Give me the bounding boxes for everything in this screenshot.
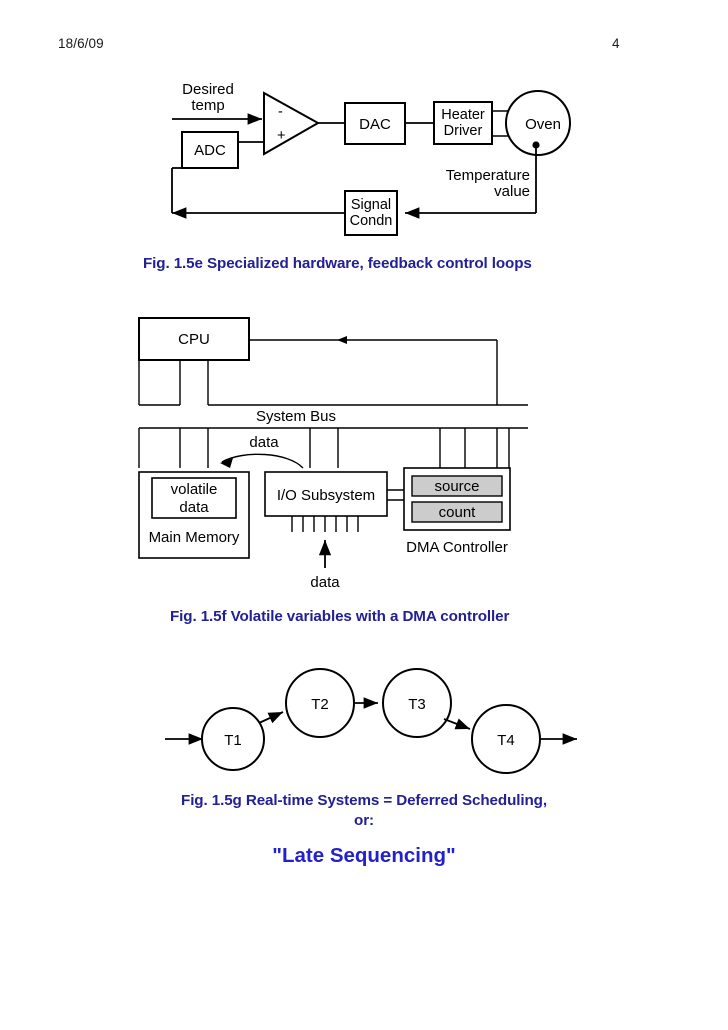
count-register-label: count: [439, 504, 477, 521]
dma-controller-label: DMA Controller: [406, 539, 508, 556]
temperature-value-label-line2: value: [494, 183, 530, 200]
io-subsystem-label: I/O Subsystem: [277, 487, 375, 504]
task-sequence-diagram: T1 T2 T3 T4: [165, 668, 577, 774]
late-sequencing-emphasis: "Late Sequencing": [272, 844, 456, 867]
comparator-minus-label: -: [278, 104, 283, 120]
slide-page: 18/6/09 4 Desired temp - + ADC DAC Heate…: [0, 0, 728, 1030]
heater-driver-label-line2: Driver: [444, 123, 483, 139]
figure-1-5f-caption: Fig. 1.5f Volatile variables with a DMA …: [170, 608, 510, 625]
slide-page-number: 4: [612, 36, 620, 51]
adc-label: ADC: [194, 142, 226, 159]
desired-temp-label-line2: temp: [191, 97, 224, 114]
task-arrow-t3-t4: [443, 718, 471, 730]
task-label-t3: T3: [408, 696, 426, 713]
figure-1-5e-caption: Fig. 1.5e Specialized hardware, feedback…: [143, 255, 532, 272]
dac-label: DAC: [359, 116, 391, 133]
data-input-label: data: [310, 574, 340, 591]
signal-condn-label-line2: Condn: [350, 213, 393, 229]
data-transfer-curve: [221, 453, 304, 469]
volatile-data-label-line2: data: [179, 499, 209, 516]
feedback-control-loop-diagram: Desired temp - + ADC DAC Heater Driver O…: [171, 81, 571, 236]
comparator-plus-label: +: [277, 128, 285, 144]
system-bus-label: System Bus: [256, 408, 336, 425]
task-arrow-t1-t2: [258, 711, 284, 724]
figure-1-5g-caption: Fig. 1.5g Real-time Systems = Deferred S…: [104, 791, 624, 831]
heater-driver-label-line1: Heater: [441, 107, 485, 123]
cpu-return-arrowhead: [337, 336, 347, 344]
figure-1-5g-caption-line1: Fig. 1.5g Real-time Systems = Deferred S…: [181, 792, 547, 809]
oven-label: Oven: [525, 116, 561, 133]
task-label-t1: T1: [224, 732, 242, 749]
cpu-label: CPU: [178, 331, 210, 348]
signal-condn-label-line1: Signal: [351, 197, 391, 213]
temperature-sensor-dot: [532, 141, 540, 149]
main-memory-label: Main Memory: [149, 529, 240, 546]
task-label-t4: T4: [497, 732, 515, 749]
comparator-triangle: [263, 91, 321, 156]
source-register-label: source: [434, 478, 479, 495]
slide-date: 18/6/09: [58, 36, 104, 51]
volatile-data-label-line1: volatile: [171, 481, 218, 498]
figure-1-5g-caption-line2: or:: [354, 812, 374, 830]
task-label-t2: T2: [311, 696, 329, 713]
temperature-value-label-line1: Temperature: [446, 167, 530, 184]
desired-temp-label-line1: Desired: [182, 81, 234, 98]
dma-controller-diagram: CPU System Bus data volatile data Main M…: [138, 317, 528, 591]
data-transfer-label: data: [249, 434, 279, 451]
